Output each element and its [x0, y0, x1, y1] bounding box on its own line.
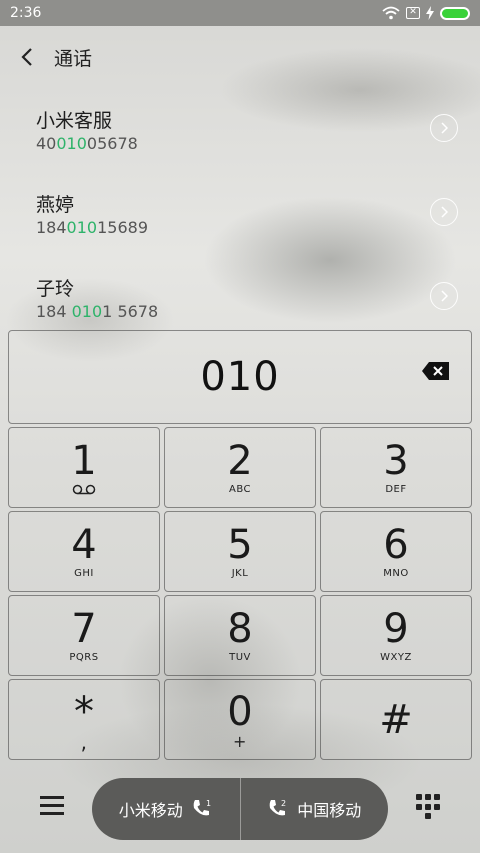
chevron-right-icon: [441, 122, 448, 134]
key-8[interactable]: 8 TUV: [164, 595, 316, 676]
battery-icon: [440, 6, 470, 20]
contact-detail-button[interactable]: [430, 114, 458, 142]
status-time: 2:36: [10, 5, 42, 21]
contact-number: 18401015689: [36, 218, 148, 237]
key-2[interactable]: 2 ABC: [164, 427, 316, 508]
dial-number-display[interactable]: 010: [8, 330, 472, 424]
key-7[interactable]: 7 PQRS: [8, 595, 160, 676]
svg-text:2: 2: [281, 799, 286, 808]
contact-detail-button[interactable]: [430, 282, 458, 310]
voicemail-icon: [72, 484, 96, 495]
backspace-icon[interactable]: [421, 361, 451, 381]
key-4[interactable]: 4 GHI: [8, 511, 160, 592]
key-hash[interactable]: #: [320, 679, 472, 760]
wifi-icon: [382, 6, 400, 20]
back-button[interactable]: [0, 26, 54, 88]
contact-suggestion[interactable]: 燕婷 18401015689: [0, 176, 480, 260]
key-0[interactable]: 0 +: [164, 679, 316, 760]
dialpad-icon: [416, 794, 422, 800]
chevron-left-icon: [21, 48, 32, 66]
key-3[interactable]: 3 DEF: [320, 427, 472, 508]
page-title: 通话: [54, 47, 93, 70]
no-sim-icon: ✕: [406, 7, 420, 19]
contact-name: 小米客服: [36, 110, 113, 132]
header: 通话: [0, 26, 480, 88]
contact-name: 子玲: [36, 278, 75, 300]
menu-icon: [40, 796, 64, 799]
svg-text:1: 1: [206, 799, 211, 808]
dialpad-toggle-button[interactable]: [416, 794, 440, 820]
status-bar: 2:36 ✕: [0, 0, 480, 26]
phone-sim2-icon: 2: [269, 799, 286, 816]
key-6[interactable]: 6 MNO: [320, 511, 472, 592]
contact-number: 4001005678: [36, 134, 138, 153]
contact-name: 燕婷: [36, 194, 75, 216]
contact-number: 184 0101 5678: [36, 302, 159, 321]
charging-bolt-icon: [426, 6, 434, 20]
key-9[interactable]: 9 WXYZ: [320, 595, 472, 676]
chevron-right-icon: [441, 206, 448, 218]
call-sim1-button[interactable]: 小米移动 1: [92, 778, 240, 840]
chevron-right-icon: [441, 290, 448, 302]
contact-suggestion[interactable]: 小米客服 4001005678: [0, 92, 480, 176]
call-button-group: 小米移动 1 2 中国移动: [92, 778, 388, 840]
key-star[interactable]: * ,: [8, 679, 160, 760]
dialed-number: 010: [200, 354, 280, 400]
call-sim2-button[interactable]: 2 中国移动: [241, 778, 389, 840]
key-5[interactable]: 5 JKL: [164, 511, 316, 592]
sim2-carrier-label: 中国移动: [297, 801, 362, 820]
bottom-action-bar: 小米移动 1 2 中国移动: [0, 770, 480, 853]
key-1[interactable]: 1: [8, 427, 160, 508]
sim1-carrier-label: 小米移动: [118, 801, 183, 820]
contact-detail-button[interactable]: [430, 198, 458, 226]
menu-button[interactable]: [40, 796, 64, 816]
phone-sim1-icon: 1: [193, 799, 211, 816]
